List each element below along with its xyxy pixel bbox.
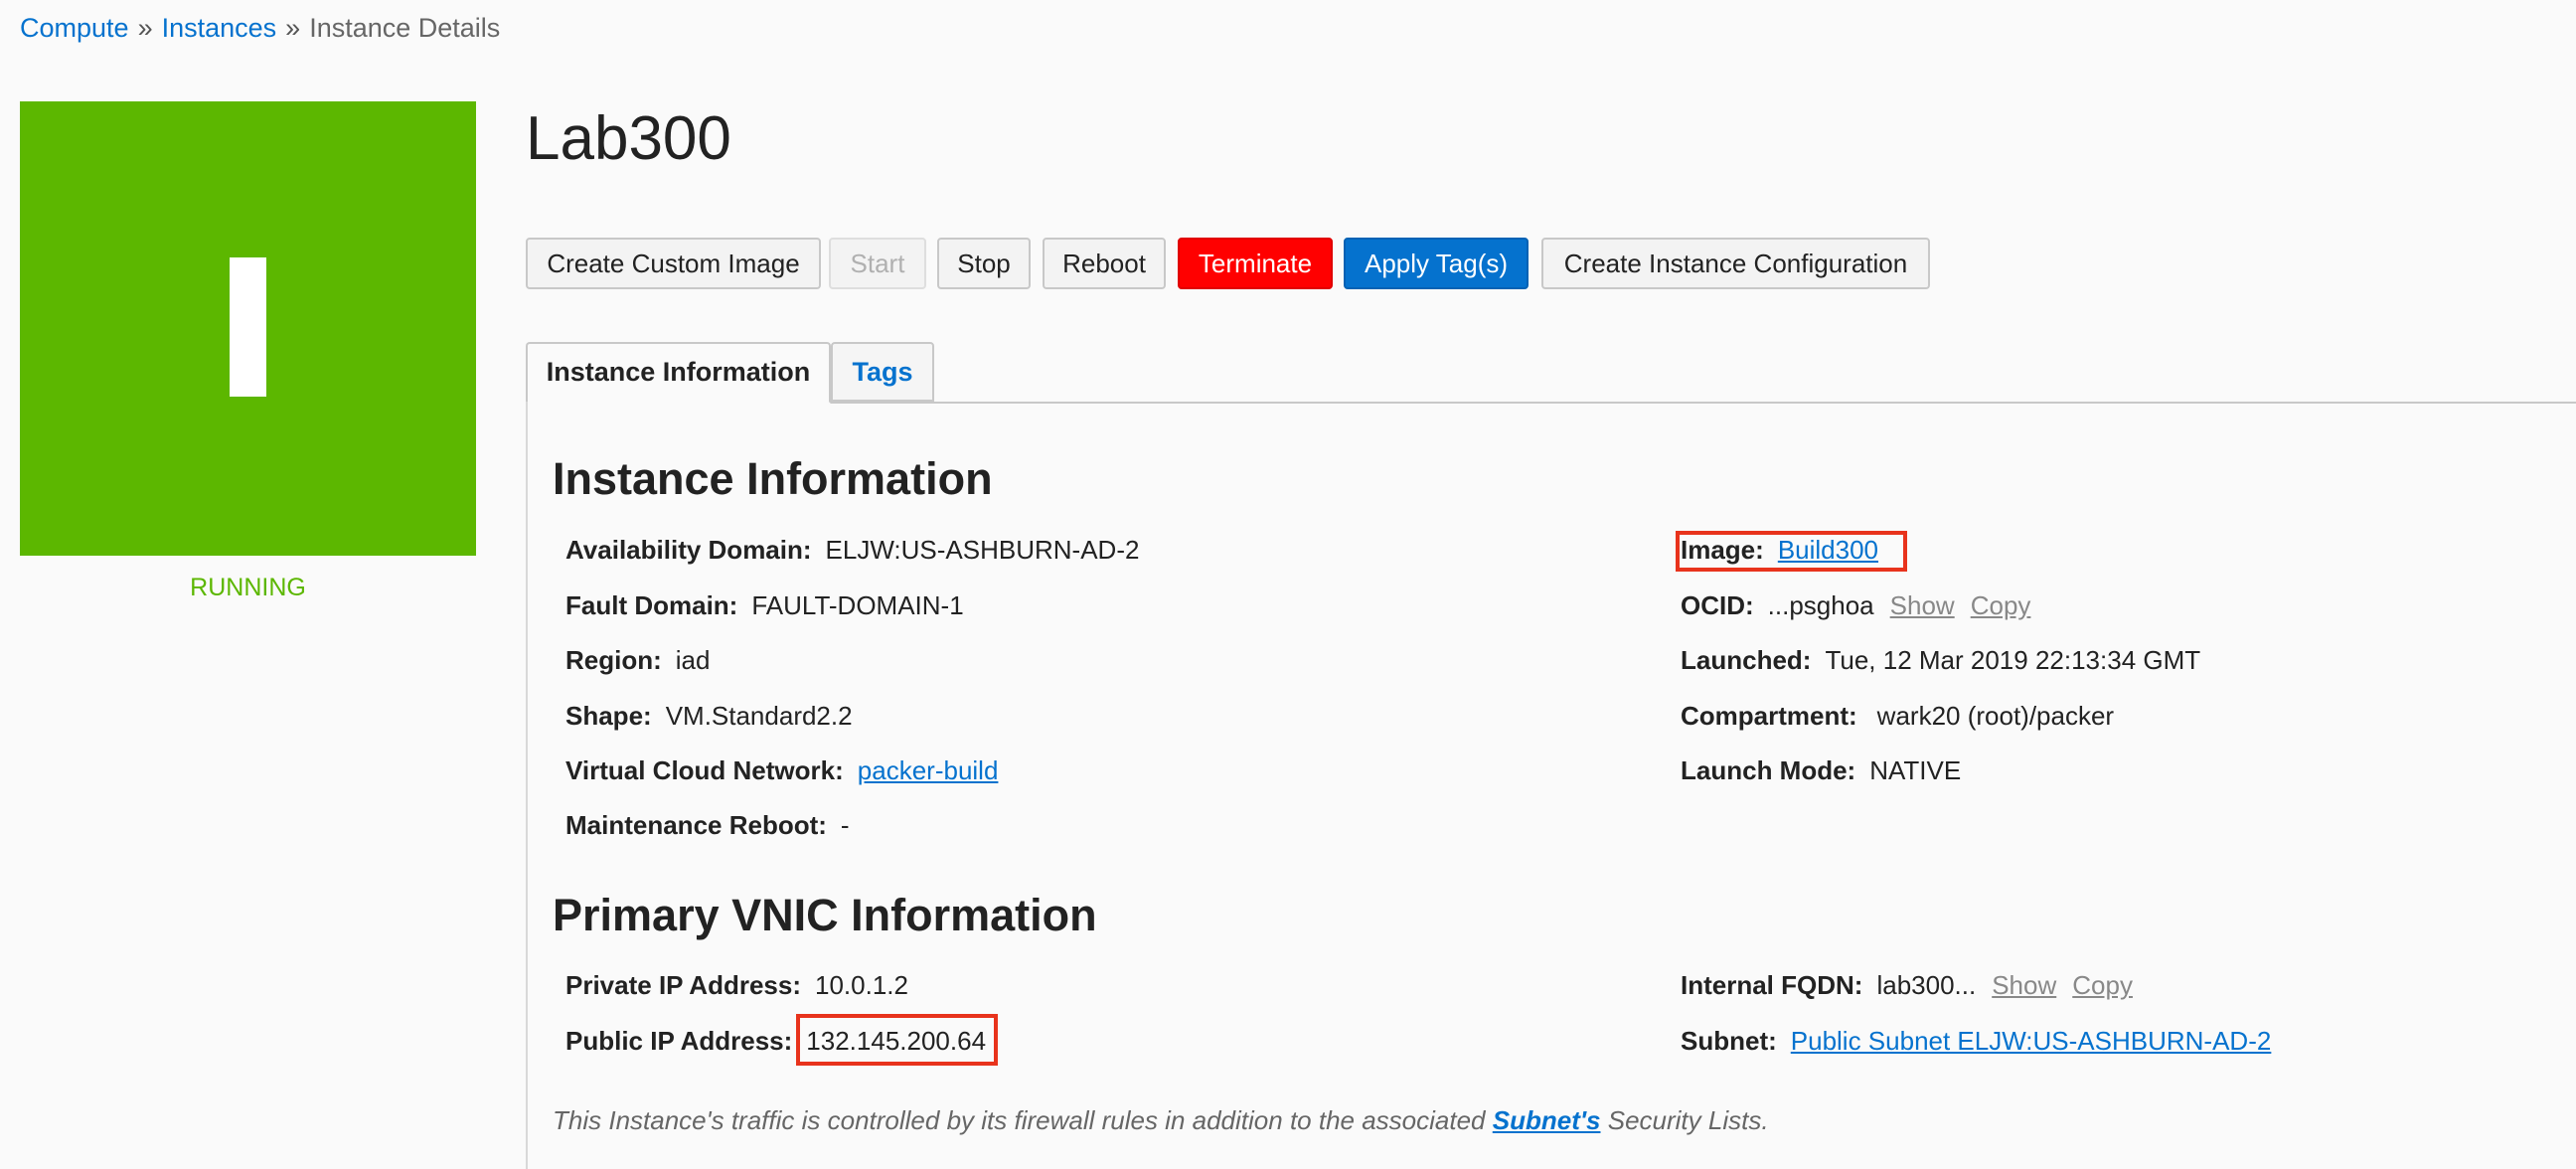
page-title: Lab300 <box>526 104 731 173</box>
content-divider <box>526 402 528 1169</box>
launch-mode-field: Launch Mode: NATIVE <box>1681 752 1961 789</box>
breadcrumb-separator: » <box>137 13 153 43</box>
field-value: lab300... <box>1876 970 1977 1000</box>
compartment-field: Compartment: wark20 (root)/packer <box>1681 697 2114 735</box>
field-value: iad <box>675 645 711 675</box>
field-value: VM.Standard2.2 <box>665 701 853 731</box>
field-label: Availability Domain: <box>565 535 812 565</box>
breadcrumb-current: Instance Details <box>309 13 501 43</box>
footnote-text: This Instance's traffic is controlled by… <box>553 1105 1493 1135</box>
vnic-information-heading: Primary VNIC Information <box>553 890 1097 940</box>
field-value: ...psghoa <box>1767 590 1874 620</box>
private-ip-field: Private IP Address: 10.0.1.2 <box>565 966 908 1004</box>
status-label: RUNNING <box>190 574 306 601</box>
field-label: Launch Mode: <box>1681 755 1856 785</box>
field-label: Shape: <box>565 701 652 731</box>
vcn-link[interactable]: packer-build <box>858 755 999 785</box>
start-button[interactable]: Start <box>829 238 926 289</box>
field-value: wark20 (root)/packer <box>1876 701 2115 731</box>
field-value: FAULT-DOMAIN-1 <box>751 590 964 620</box>
terminate-button[interactable]: Terminate <box>1178 238 1333 289</box>
field-label: Fault Domain: <box>565 590 738 620</box>
breadcrumb-instances-link[interactable]: Instances <box>162 13 277 43</box>
maintenance-reboot-field: Maintenance Reboot: - <box>565 806 850 844</box>
field-label: Public IP Address: <box>565 1026 793 1056</box>
instance-information-heading: Instance Information <box>553 453 993 504</box>
field-label: Compartment: <box>1681 701 1857 731</box>
fault-domain-field: Fault Domain: FAULT-DOMAIN-1 <box>565 586 964 624</box>
field-label: Maintenance Reboot: <box>565 810 827 840</box>
image-highlight-box <box>1676 531 1907 572</box>
ocid-show-link[interactable]: Show <box>1890 590 1955 620</box>
region-field: Region: iad <box>565 641 710 679</box>
field-value: - <box>840 810 850 840</box>
tab-tags[interactable]: Tags <box>831 342 934 402</box>
breadcrumb-separator: » <box>285 13 301 43</box>
launched-field: Launched: Tue, 12 Mar 2019 22:13:34 GMT <box>1681 641 2200 679</box>
field-value: NATIVE <box>1869 755 1962 785</box>
breadcrumb-compute-link[interactable]: Compute <box>20 13 129 43</box>
field-label: Launched: <box>1681 645 1812 675</box>
instance-letter-glyph <box>230 257 266 397</box>
field-label: Subnet: <box>1681 1026 1777 1056</box>
detail-tabs: Instance Information Tags <box>526 342 2576 404</box>
stop-button[interactable]: Stop <box>937 238 1031 289</box>
fqdn-show-link[interactable]: Show <box>1992 970 2056 1000</box>
create-custom-image-button[interactable]: Create Custom Image <box>526 238 821 289</box>
field-label: Internal FQDN: <box>1681 970 1863 1000</box>
field-label: Private IP Address: <box>565 970 801 1000</box>
field-label: Region: <box>565 645 662 675</box>
public-ip-highlight-box <box>796 1014 998 1066</box>
internal-fqdn-field: Internal FQDN: lab300... Show Copy <box>1681 966 2133 1004</box>
instance-status-icon <box>20 101 476 556</box>
tab-instance-information[interactable]: Instance Information <box>526 342 831 404</box>
apply-tags-button[interactable]: Apply Tag(s) <box>1344 238 1529 289</box>
fqdn-copy-link[interactable]: Copy <box>2072 970 2133 1000</box>
availability-domain-field: Availability Domain: ELJW:US-ASHBURN-AD-2 <box>565 531 1139 569</box>
footnote-text-end: Security Lists. <box>1600 1105 1769 1135</box>
breadcrumb: Compute » Instances » Instance Details <box>20 8 500 48</box>
field-value: ELJW:US-ASHBURN-AD-2 <box>825 535 1140 565</box>
field-value: 10.0.1.2 <box>815 970 908 1000</box>
field-value: Tue, 12 Mar 2019 22:13:34 GMT <box>1825 645 2201 675</box>
subnet-field: Subnet: Public Subnet ELJW:US-ASHBURN-AD-… <box>1681 1022 2271 1060</box>
firewall-footnote: This Instance's traffic is controlled by… <box>553 1101 1769 1139</box>
footnote-subnet-link[interactable]: Subnet's <box>1493 1105 1601 1135</box>
field-label: OCID: <box>1681 590 1754 620</box>
ocid-field: OCID: ...psghoa Show Copy <box>1681 586 2030 624</box>
vcn-field: Virtual Cloud Network: packer-build <box>565 752 998 789</box>
reboot-button[interactable]: Reboot <box>1043 238 1166 289</box>
create-instance-configuration-button[interactable]: Create Instance Configuration <box>1541 238 1930 289</box>
field-label: Virtual Cloud Network: <box>565 755 844 785</box>
shape-field: Shape: VM.Standard2.2 <box>565 697 853 735</box>
subnet-link[interactable]: Public Subnet ELJW:US-ASHBURN-AD-2 <box>1791 1026 2272 1056</box>
ocid-copy-link[interactable]: Copy <box>1971 590 2031 620</box>
